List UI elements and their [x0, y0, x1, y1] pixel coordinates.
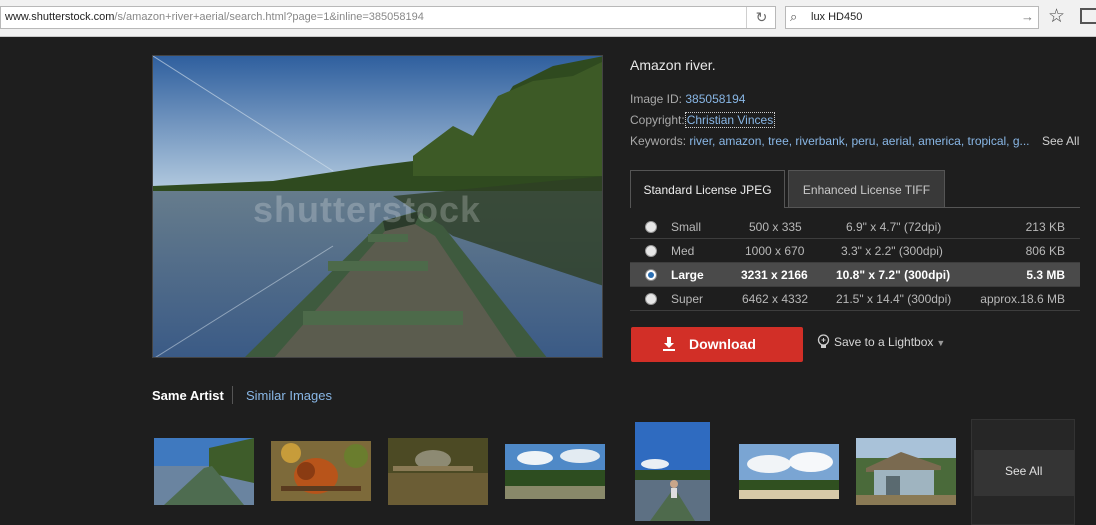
- see-all-similar-button[interactable]: See All: [971, 419, 1075, 525]
- star-icon[interactable]: ☆: [1048, 5, 1065, 28]
- reload-icon[interactable]: ↻: [746, 7, 776, 28]
- size-option-super[interactable]: Super 6462 x 4332 21.5" x 14.4" (300dpi)…: [630, 287, 1080, 311]
- chevron-down-icon[interactable]: ▼: [936, 338, 945, 348]
- size-option-small[interactable]: Small 500 x 335 6.9" x 4.7" (72dpi) 213 …: [630, 215, 1080, 239]
- thumbnail-1[interactable]: [154, 438, 254, 505]
- tab-same-artist[interactable]: Same Artist: [152, 388, 224, 403]
- thumbnail-5[interactable]: [635, 422, 710, 521]
- search-query: lux HD450: [811, 11, 863, 23]
- download-icon: [663, 337, 675, 351]
- thumbnail-3[interactable]: [388, 438, 488, 505]
- see-all-label: See All: [1005, 464, 1043, 478]
- radio-button[interactable]: [645, 221, 657, 233]
- keywords-links[interactable]: river, amazon, tree, riverbank, peru, ae…: [689, 134, 1029, 148]
- size-option-med[interactable]: Med 1000 x 670 3.3" x 2.2" (300dpi) 806 …: [630, 239, 1080, 263]
- browser-search-field[interactable]: ⌕ lux HD450 →: [785, 6, 1039, 29]
- address-url: www.shutterstock.com/s/amazon+river+aeri…: [5, 11, 424, 23]
- browser-toolbar: www.shutterstock.com/s/amazon+river+aeri…: [0, 0, 1096, 37]
- image-id-line: Image ID: 385058194: [630, 92, 746, 106]
- size-option-large[interactable]: Large 3231 x 2166 10.8" x 7.2" (300dpi) …: [630, 263, 1080, 287]
- radio-button[interactable]: [645, 293, 657, 305]
- divider: [785, 207, 1080, 208]
- bookmarks-icon[interactable]: [1080, 8, 1096, 24]
- arrow-right-icon[interactable]: →: [1021, 9, 1034, 24]
- keywords-line: Keywords: river, amazon, tree, riverbank…: [630, 134, 1030, 148]
- lightbulb-icon: [817, 334, 830, 348]
- radio-button-selected[interactable]: [645, 269, 657, 281]
- divider: [232, 386, 233, 404]
- thumbnail-6[interactable]: [739, 444, 839, 499]
- tab-enhanced-license[interactable]: Enhanced License TIFF: [788, 170, 945, 208]
- save-to-lightbox-link[interactable]: Save to a Lightbox ▼: [817, 334, 945, 350]
- copyright-link[interactable]: Christian Vinces: [684, 112, 776, 128]
- thumbnail-7[interactable]: [856, 438, 956, 505]
- tab-standard-license[interactable]: Standard License JPEG: [630, 170, 785, 208]
- tab-similar-images[interactable]: Similar Images: [246, 388, 332, 403]
- keywords-see-all-link[interactable]: See All: [1042, 134, 1079, 148]
- search-icon: ⌕: [790, 9, 798, 24]
- main-photo: shutterstock: [152, 55, 603, 358]
- radio-button[interactable]: [645, 245, 657, 257]
- image-title: Amazon river.: [630, 57, 716, 73]
- thumbnail-2[interactable]: [271, 441, 371, 501]
- copyright-line: Copyright: Christian Vinces: [630, 112, 776, 128]
- image-id-value: 385058194: [685, 92, 746, 106]
- address-bar[interactable]: www.shutterstock.com/s/amazon+river+aeri…: [0, 6, 776, 29]
- watermark: shutterstock: [253, 189, 482, 230]
- thumbnail-4[interactable]: [505, 444, 605, 499]
- download-button[interactable]: Download: [631, 327, 803, 362]
